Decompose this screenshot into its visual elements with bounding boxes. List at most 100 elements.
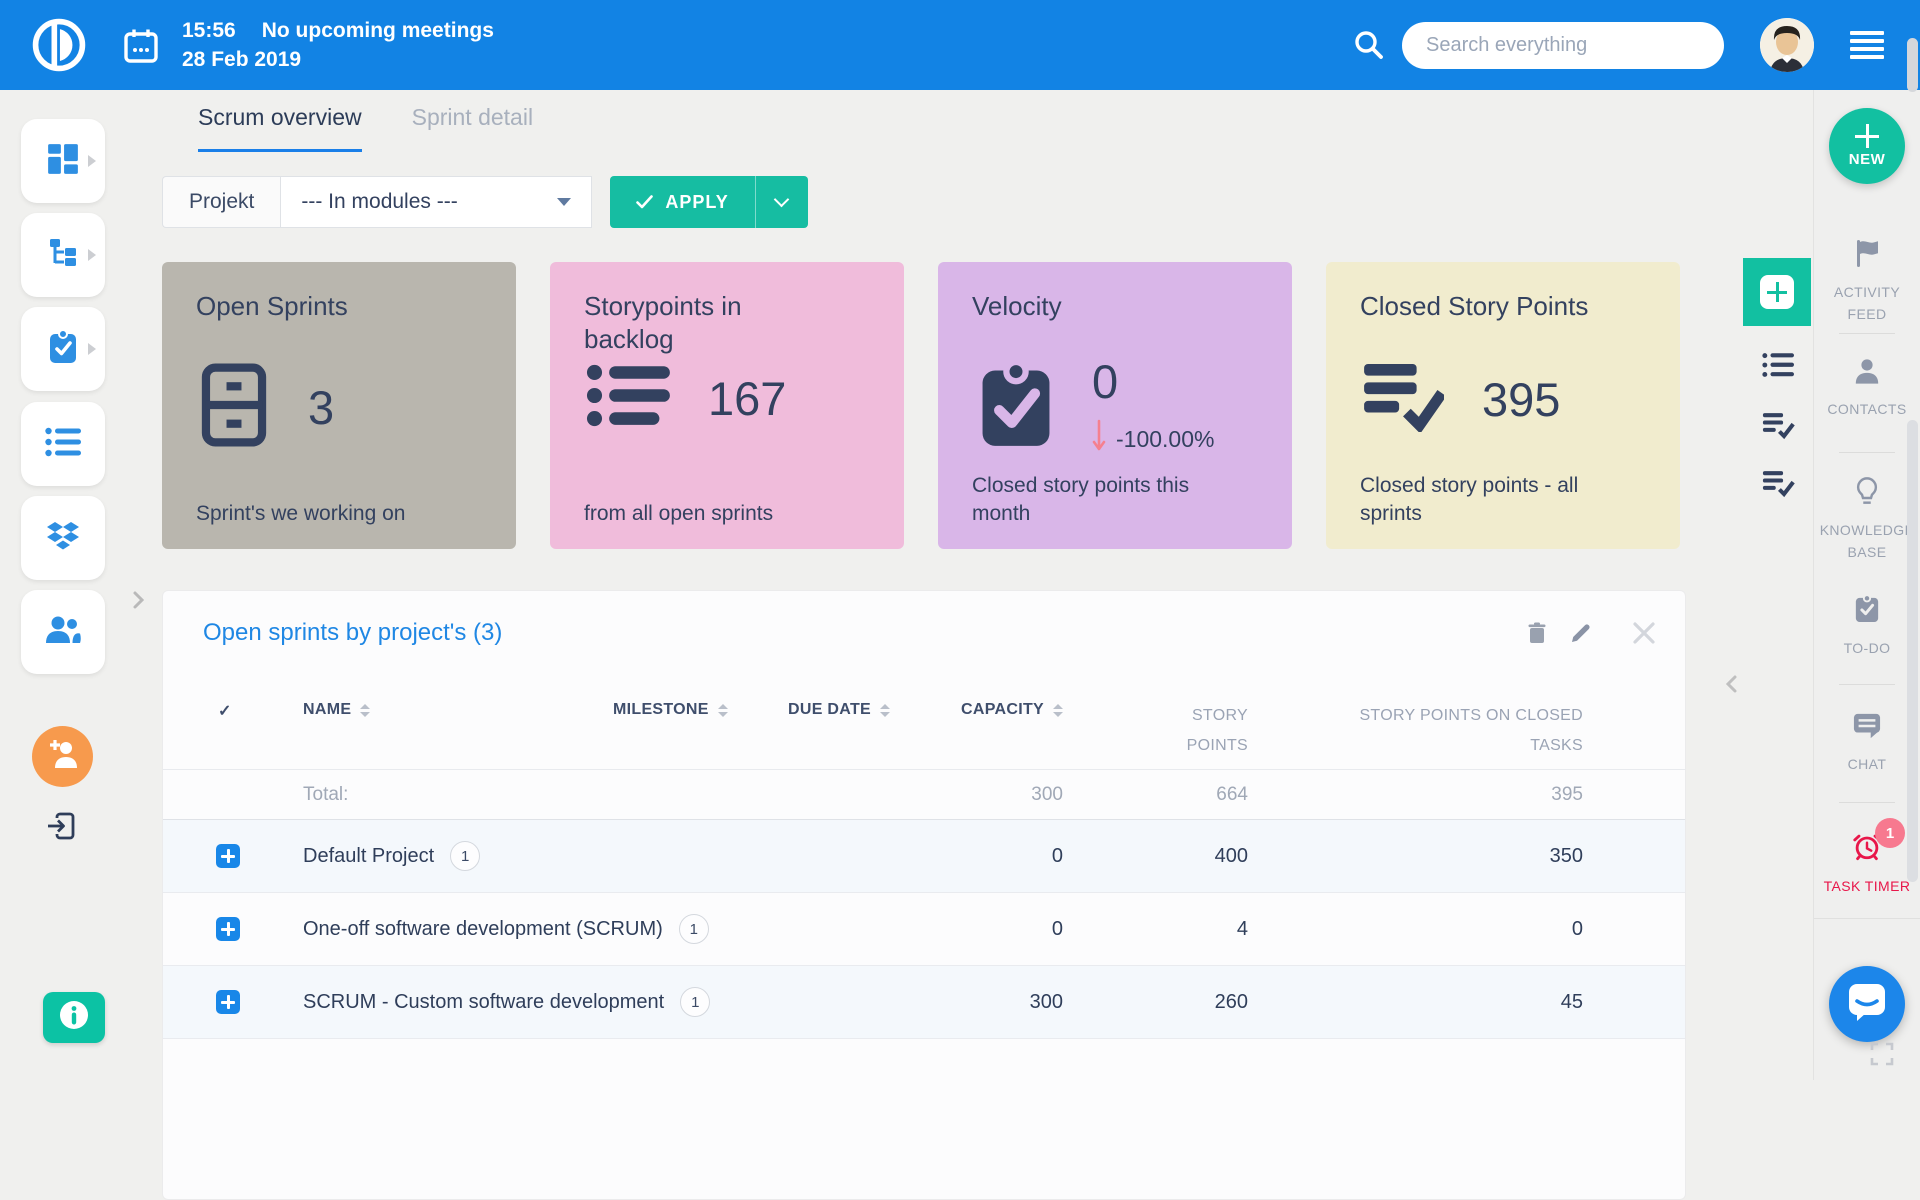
flag-icon [1852,238,1882,273]
total-story-points: 664 [1063,784,1248,806]
edit-pencil-icon[interactable] [1569,621,1593,645]
tab-sprint-detail[interactable]: Sprint detail [412,104,533,152]
messenger-chat-icon [1845,981,1889,1028]
sidebar-item-knowledge-base[interactable]: KNOWLEDGE BASE [1814,476,1920,563]
expand-plus-icon[interactable] [216,990,240,1014]
scrollbar-thumb[interactable] [1907,38,1918,92]
total-label: Total: [303,784,613,806]
info-icon [58,999,90,1036]
quick-list-check-icon[interactable] [1762,412,1794,442]
sidebar-item-task-timer[interactable]: 1 TASK TIMER [1814,830,1920,898]
sidebar-item-tasks[interactable] [21,307,105,391]
select-all-check[interactable]: ✓ [203,701,303,721]
close-icon[interactable] [1631,620,1657,646]
list-check-icon [1362,362,1444,437]
bullet-list-icon [45,427,81,462]
card-open-sprints: Open Sprints 3 Sprint's we working on [162,262,516,549]
sort-icon [880,704,890,717]
invite-user-button[interactable] [32,726,93,787]
sidebar-item-chat[interactable]: CHAT [1814,712,1920,776]
apply-split-button: APPLY [610,176,807,228]
chat-bubble-icon [1852,712,1882,745]
column-header-due-date[interactable]: DUE DATE [788,701,953,719]
calendar-icon[interactable] [122,26,160,64]
column-header-milestone[interactable]: MILESTONE [613,701,788,719]
sidebar-item-list[interactable] [21,402,105,486]
column-header-story-points[interactable]: STORY POINTS [1063,701,1248,762]
expand-plus-icon[interactable] [216,917,240,941]
sidebar-item-contacts[interactable]: CONTACTS [1814,358,1920,421]
lightbulb-icon [1853,476,1881,511]
chevron-down-icon [774,192,790,208]
column-header-name[interactable]: NAME [303,701,613,719]
users-icon [45,616,81,649]
project-filter: Projekt --- In modules --- APPLY [162,176,808,228]
project-name: One-off software development (SCRUM) [303,918,663,941]
stat-cards: Open Sprints 3 Sprint's we working on St… [162,262,1680,549]
sidebar-item-users[interactable] [21,590,105,674]
trash-icon[interactable] [1525,621,1549,645]
info-button[interactable] [43,992,105,1043]
project-select[interactable]: --- In modules --- [280,176,592,228]
total-capacity: 300 [953,784,1063,806]
hamburger-menu-icon[interactable] [1850,31,1884,59]
card-title: Open Sprints [196,290,488,323]
quick-list-icon[interactable] [1762,352,1794,382]
delta-value: -100.00% [1116,426,1214,453]
dropbox-icon [46,521,80,556]
column-header-story-points-closed[interactable]: STORY POINTS ON CLOSED TASKS [1248,701,1583,762]
table-header: ✓ NAME MILESTONE DUE DATE CAPACITY STORY… [163,675,1685,769]
scrollbar-thumb[interactable] [1907,420,1918,882]
sprint-count-badge: 1 [680,987,710,1017]
messenger-button[interactable] [1829,966,1905,1042]
submenu-arrow-icon [88,249,96,261]
capacity-value: 300 [953,991,1063,1014]
card-closed-story-points: Closed Story Points 395 Closed story poi… [1326,262,1680,549]
clipboard-check-icon [974,358,1058,455]
search-input[interactable] [1402,22,1724,69]
quick-add-button[interactable] [1743,258,1811,326]
archive-drawer-icon [198,362,270,453]
check-icon [636,195,653,209]
topbar-agenda: 15:56 No upcoming meetings 28 Feb 2019 [182,19,494,72]
sidebar-item-activity-feed[interactable]: ACTIVITY FEED [1814,238,1920,325]
capacity-value: 0 [953,918,1063,941]
card-value: 395 [1482,372,1560,427]
sidebar-item-projects-tree[interactable] [21,213,105,297]
project-name: Default Project [303,845,434,868]
logout-icon[interactable] [45,810,77,842]
current-date: 28 Feb 2019 [182,48,494,72]
sprint-count-badge: 1 [450,841,480,871]
story-points-value: 4 [1063,918,1248,941]
expand-plus-icon[interactable] [216,844,240,868]
main-content: Scrum overview Sprint detail Projekt ---… [128,90,1740,1080]
open-sprints-panel: Open sprints by project's (3) [162,590,1686,1200]
arrow-down-icon [1092,419,1106,459]
user-avatar[interactable] [1760,18,1814,72]
column-header-capacity[interactable]: CAPACITY [953,701,1063,719]
story-points-value: 260 [1063,991,1248,1014]
tab-scrum-overview[interactable]: Scrum overview [198,104,362,152]
card-title: Closed Story Points [1360,290,1652,323]
sidebar-item-dashboard[interactable] [21,119,105,203]
total-closed: 395 [1248,784,1583,806]
meetings-status: No upcoming meetings [262,19,494,43]
quick-list-check-icon[interactable] [1762,470,1794,500]
alarm-clock-icon [1851,849,1883,866]
sort-icon [1053,704,1063,717]
table-row: One-off software development (SCRUM) 1 0… [163,893,1685,966]
apply-dropdown-button[interactable] [756,176,808,228]
quick-rail [1740,90,1813,1080]
sort-icon [360,704,370,717]
app-logo-icon[interactable] [28,14,90,76]
new-button[interactable]: NEW [1829,108,1905,184]
search-icon[interactable] [1352,28,1386,62]
apply-button[interactable]: APPLY [610,176,754,228]
sort-icon [718,704,728,717]
table-row: Default Project 1 0 400 350 [163,820,1685,893]
fullscreen-icon[interactable] [1870,1042,1894,1066]
sidebar-item-todo[interactable]: TO-DO [1814,594,1920,660]
sidebar-item-dropbox[interactable] [21,496,105,580]
collapse-chevron-icon[interactable] [1722,674,1742,694]
project-select-value: --- In modules --- [301,190,457,214]
